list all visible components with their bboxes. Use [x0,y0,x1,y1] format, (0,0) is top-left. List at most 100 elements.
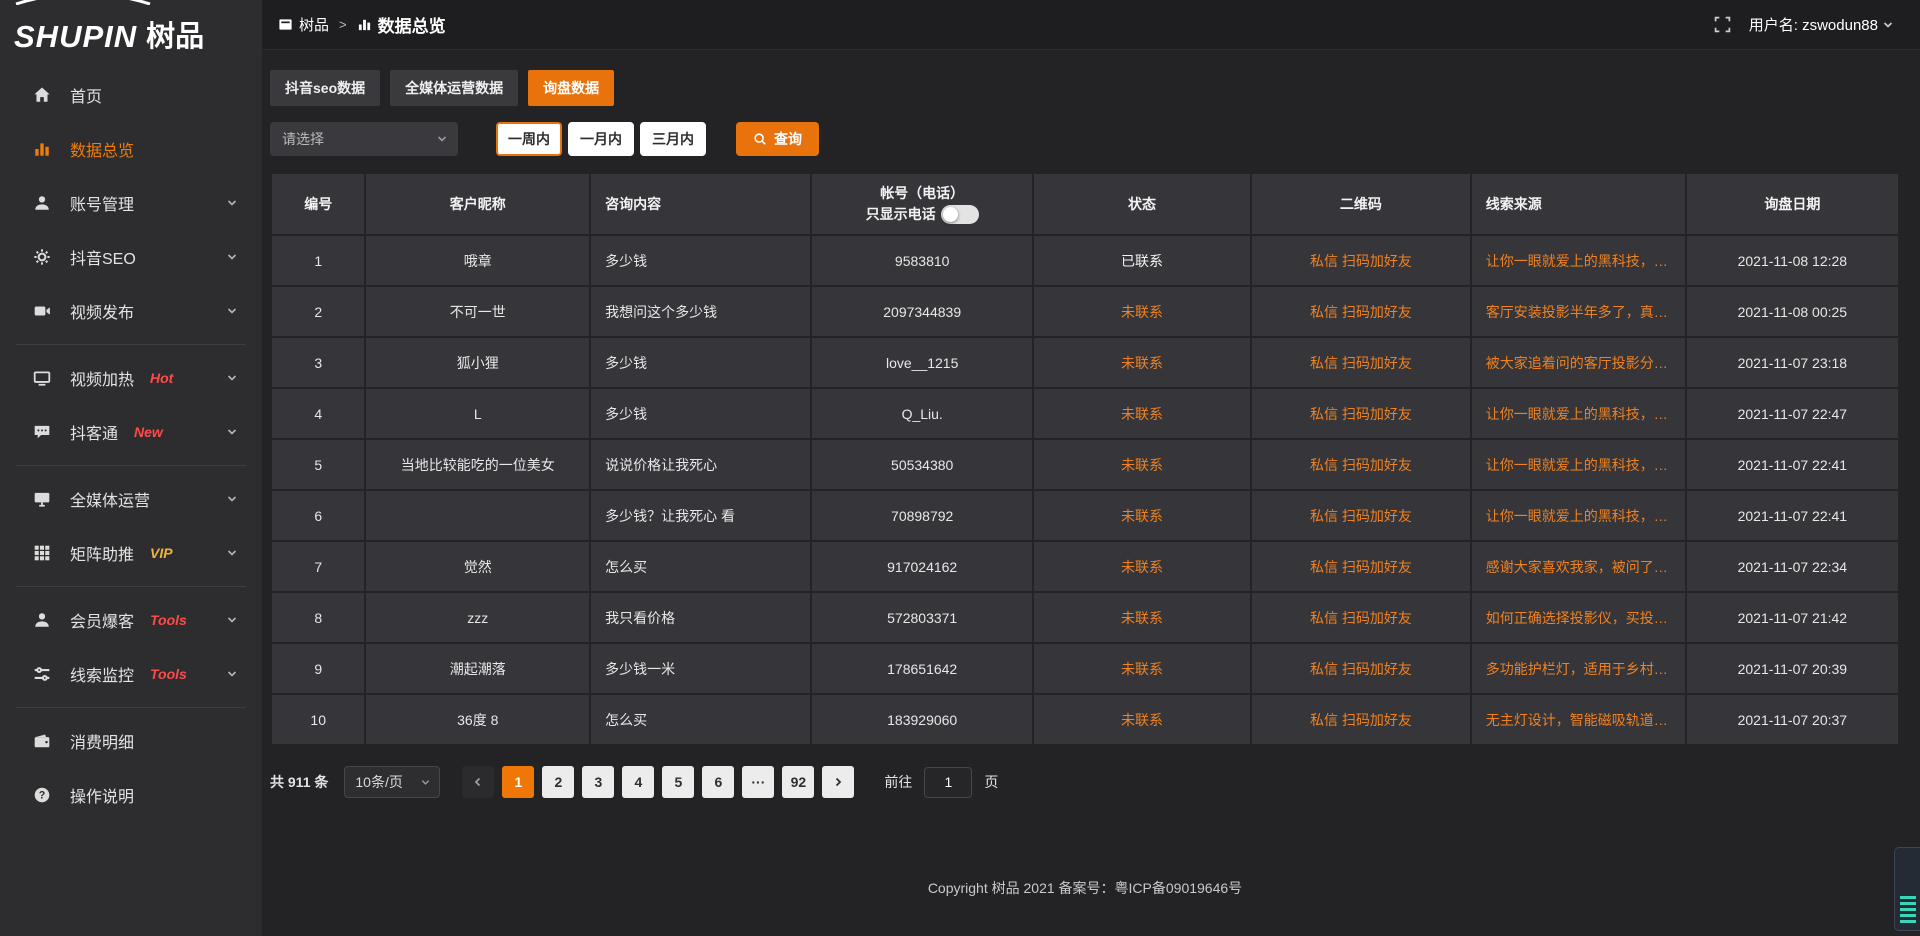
col-header-status: 状态 [1033,173,1251,235]
search-button[interactable]: 查询 [736,122,819,156]
cell-status: 未联系 [1033,337,1251,388]
chevron-down-icon [226,305,238,317]
logo[interactable]: SHUPIN 树品 [0,0,262,58]
cell-date: 2021-11-07 22:34 [1686,541,1899,592]
cell-qrcode-link[interactable]: 私信 扫码加好友 [1251,235,1471,286]
sidebar-item-member-baoke[interactable]: 会员爆客 Tools [0,593,262,647]
cell-qrcode-link[interactable]: 私信 扫码加好友 [1251,592,1471,643]
cell-account: 2097344839 [811,286,1032,337]
cell-source-link[interactable]: 多功能护栏灯，适用于乡村文... [1471,643,1686,694]
sidebar-item-label: 抖客通 [70,420,118,444]
chevron-down-icon [226,668,238,680]
sidebar-item-consumption-detail[interactable]: 消费明细 [0,714,262,768]
sidebar-item-doukettong[interactable]: 抖客通 New [0,405,262,459]
cell-qrcode-link[interactable]: 私信 扫码加好友 [1251,388,1471,439]
table-row: 3 狐小狸 多少钱 love__1215 未联系 私信 扫码加好友 被大家追着问… [271,337,1899,388]
tab-douyin-seo-data[interactable]: 抖音seo数据 [270,70,380,106]
cell-qrcode-link[interactable]: 私信 扫码加好友 [1251,541,1471,592]
cell-content: 多少钱？让我死心 看 [590,490,811,541]
table-row: 7 觉然 怎么买 917024162 未联系 私信 扫码加好友 感谢大家喜欢我家… [271,541,1899,592]
cell-source-link[interactable]: 被大家追着问的客厅投影分享... [1471,337,1686,388]
cell-content: 我想问这个多少钱 [590,286,811,337]
sidebar-item-account-mgmt[interactable]: 账号管理 [0,176,262,230]
page-button-92[interactable]: 92 [782,766,814,798]
page-button-6[interactable]: 6 [702,766,734,798]
question-icon: ? [32,785,52,805]
cell-date: 2021-11-07 23:18 [1686,337,1899,388]
period-quarter-button[interactable]: 三月内 [640,122,706,156]
sidebar-item-data-overview[interactable]: 数据总览 [0,122,262,176]
cell-qrcode-link[interactable]: 私信 扫码加好友 [1251,439,1471,490]
col-header-nickname: 客户昵称 [365,173,590,235]
account-header-label: 帐号（电话） [822,183,1021,204]
page-size-value: 10条/页 [355,772,402,792]
table-row: 10 36度 8 怎么买 183929060 未联系 私信 扫码加好友 无主灯设… [271,694,1899,745]
cell-source-link[interactable]: 感谢大家喜欢我家，被问了好... [1471,541,1686,592]
page-button-5[interactable]: 5 [662,766,694,798]
chevron-down-icon [226,547,238,559]
chevron-right-icon [832,776,844,788]
tools-badge: Tools [150,666,187,682]
username-label: 用户名: zswodun88 [1749,14,1878,35]
cell-account: 50534380 [811,439,1032,490]
next-page-button[interactable] [822,766,854,798]
sidebar-item-label: 消费明细 [70,729,134,753]
table-row: 6 多少钱？让我死心 看 70898792 未联系 私信 扫码加好友 让你一眼就… [271,490,1899,541]
cell-status: 未联系 [1033,286,1251,337]
cell-qrcode-link[interactable]: 私信 扫码加好友 [1251,643,1471,694]
cell-qrcode-link[interactable]: 私信 扫码加好友 [1251,286,1471,337]
sidebar-item-matrix-boost[interactable]: 矩阵助推 VIP [0,526,262,580]
goto-page-input[interactable] [924,767,972,798]
page-size-select[interactable]: 10条/页 [344,766,440,798]
floating-widget[interactable] [1894,847,1920,931]
cell-qrcode-link[interactable]: 私信 扫码加好友 [1251,490,1471,541]
cell-source-link[interactable]: 无主灯设计，智能磁吸轨道灯... [1471,694,1686,745]
breadcrumb-current[interactable]: 数据总览 [357,12,446,37]
sidebar-item-instructions[interactable]: ? 操作说明 [0,768,262,822]
period-month-button[interactable]: 一月内 [568,122,634,156]
sidebar-item-home[interactable]: 首页 [0,68,262,122]
sidebar-item-lead-monitor[interactable]: 线索监控 Tools [0,647,262,701]
pager: 1 2 3 4 5 6 ··· 92 [462,766,854,798]
filter-select-placeholder: 请选择 [282,129,324,149]
page-button-4[interactable]: 4 [622,766,654,798]
breadcrumb: 树品 > 数据总览 [278,12,446,37]
cell-qrcode-link[interactable]: 私信 扫码加好友 [1251,337,1471,388]
sidebar-item-video-heat[interactable]: 视频加热 Hot [0,351,262,405]
chevron-down-icon [226,493,238,505]
cell-source-link[interactable]: 让你一眼就爱上的黑科技，能... [1471,388,1686,439]
user-menu[interactable]: 用户名: zswodun88 [1749,14,1894,35]
page-button-1[interactable]: 1 [502,766,534,798]
cell-source-link[interactable]: 如何正确选择投影仪，买投影... [1471,592,1686,643]
data-tabs: 抖音seo数据 全媒体运营数据 询盘数据 [270,70,1900,106]
sidebar-item-video-publish[interactable]: 视频发布 [0,284,262,338]
filter-select[interactable]: 请选择 [270,122,458,156]
sidebar-item-omnimedia[interactable]: 全媒体运营 [0,472,262,526]
prev-page-button[interactable] [462,766,494,798]
col-header-qrcode: 二维码 [1251,173,1471,235]
chevron-down-icon [226,426,238,438]
page-ellipsis-button[interactable]: ··· [742,766,774,798]
user-icon [32,193,52,213]
phone-only-toggle[interactable] [941,205,979,224]
cell-source-link[interactable]: 客厅安装投影半年多了，真实... [1471,286,1686,337]
tab-omnimedia-data[interactable]: 全媒体运营数据 [390,70,518,106]
sidebar-item-douyin-seo[interactable]: 抖音SEO [0,230,262,284]
page-button-2[interactable]: 2 [542,766,574,798]
period-week-button[interactable]: 一周内 [496,122,562,156]
fullscreen-icon[interactable] [1714,16,1731,33]
breadcrumb-home[interactable]: 树品 [278,14,329,35]
page-button-3[interactable]: 3 [582,766,614,798]
cell-qrcode-link[interactable]: 私信 扫码加好友 [1251,694,1471,745]
cell-content: 多少钱一米 [590,643,811,694]
cell-source-link[interactable]: 让你一眼就爱上的黑科技，能... [1471,490,1686,541]
cell-nickname: 不可一世 [365,286,590,337]
sidebar-item-label: 抖音SEO [70,245,136,269]
chevron-down-icon [226,251,238,263]
cell-source-link[interactable]: 让你一眼就爱上的黑科技，能... [1471,235,1686,286]
cell-account: 70898792 [811,490,1032,541]
tab-inquiry-data[interactable]: 询盘数据 [528,70,614,106]
cell-source-link[interactable]: 让你一眼就爱上的黑科技，能... [1471,439,1686,490]
col-header-no: 编号 [271,173,365,235]
cell-no: 10 [271,694,365,745]
